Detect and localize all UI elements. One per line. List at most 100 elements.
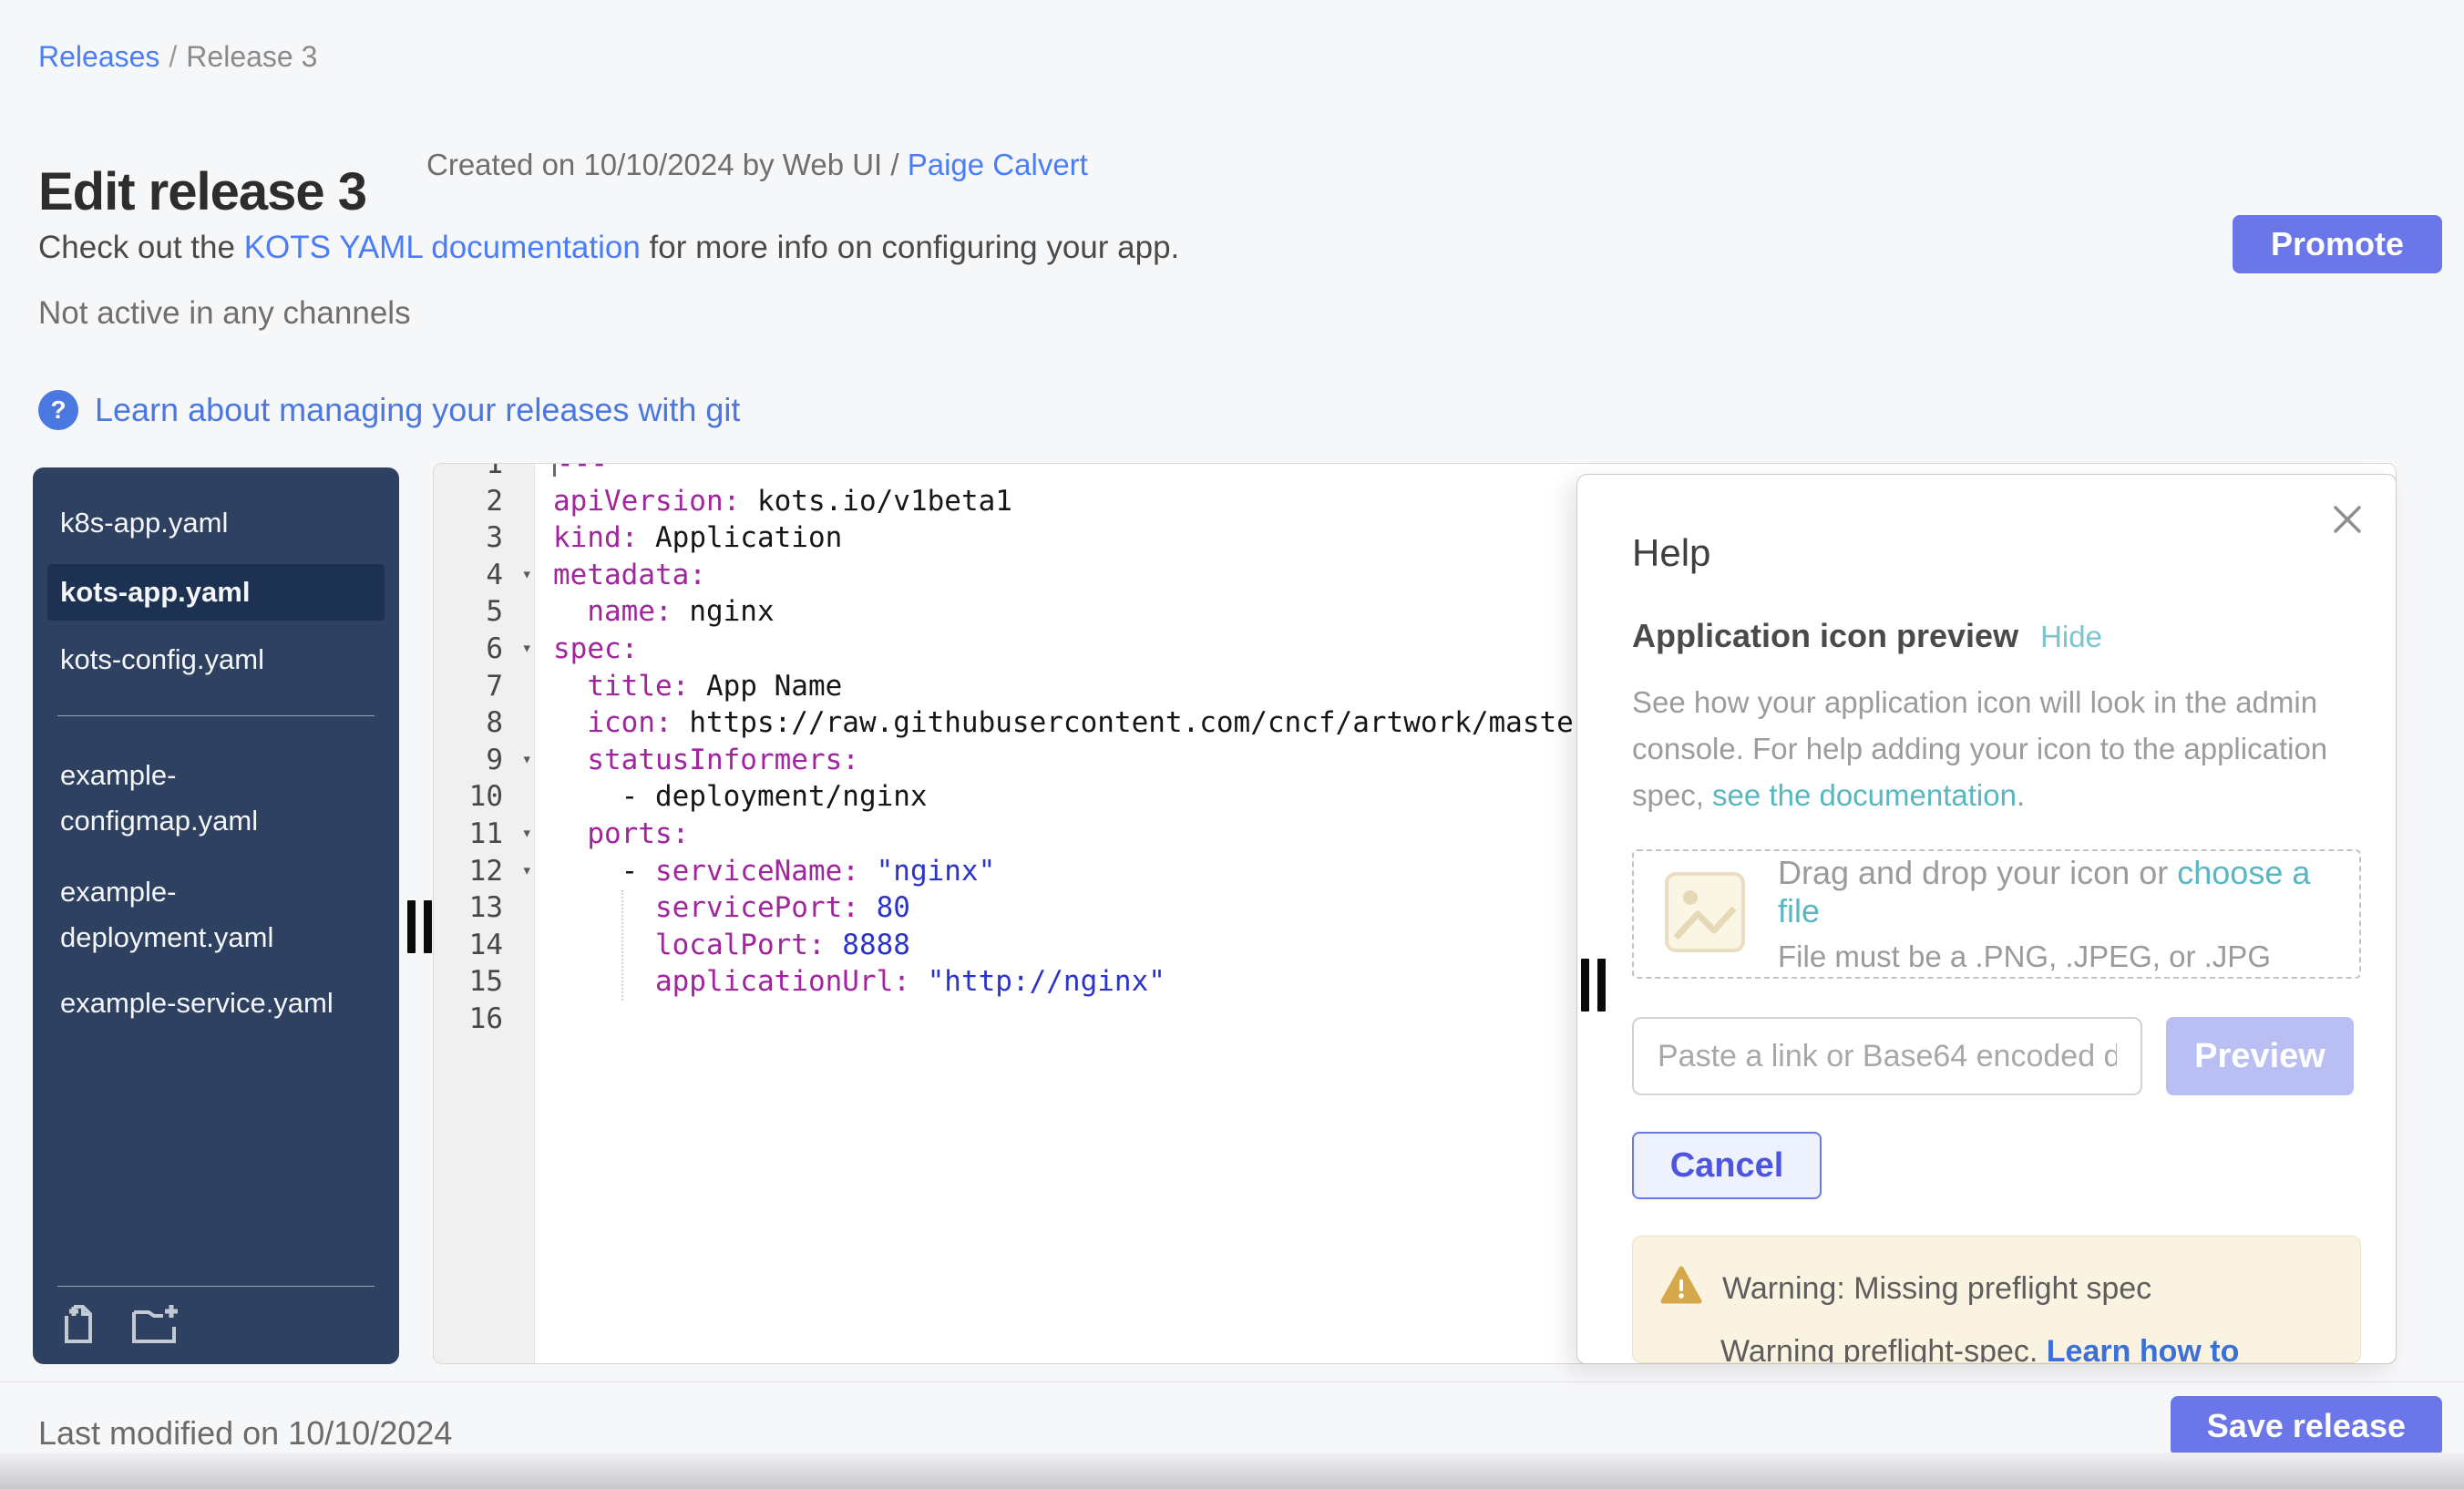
breadcrumb-current: Release 3 (186, 40, 317, 73)
kots-yaml-doc-link[interactable]: KOTS YAML documentation (244, 230, 641, 265)
icon-dropzone[interactable]: Drag and drop your icon or choose a file… (1632, 849, 2361, 979)
breadcrumb-separator: / (169, 40, 177, 73)
line-number: 16 (434, 1001, 534, 1038)
preview-button[interactable]: Preview (2166, 1017, 2354, 1095)
help-panel: Help Application icon preview Hide See h… (1576, 474, 2397, 1364)
sidebar-item-example-deployment.yaml[interactable]: example-deployment.yaml (33, 869, 361, 960)
code-text[interactable]: localPort: 8888 (534, 927, 910, 964)
code-text[interactable]: kind: Application (534, 519, 842, 557)
add-file-button[interactable] (57, 1303, 99, 1348)
sidebar-item-example-service.yaml[interactable]: example-service.yaml (33, 986, 361, 1021)
sidebar-item-kots-app.yaml[interactable]: kots-app.yaml (47, 564, 385, 621)
code-text[interactable]: spec: (534, 631, 638, 668)
code-text[interactable]: ports: (534, 816, 689, 853)
line-number: 11▾ (434, 816, 534, 853)
line-number: 12▾ (434, 853, 534, 890)
dropzone-subtext: File must be a .PNG, .JPEG, or .JPG (1778, 940, 2359, 974)
help-resize-handle[interactable] (1581, 959, 1589, 1011)
created-line: Created on 10/10/2024 by Web UI / Paige … (426, 148, 1088, 182)
code-text[interactable]: - serviceName: "nginx" (534, 853, 995, 890)
code-text[interactable]: metadata: (534, 557, 706, 594)
icon-preview-description: See how your application icon will look … (1632, 679, 2361, 818)
fold-arrow-icon[interactable]: ▾ (522, 815, 532, 852)
line-number: 6▾ (434, 631, 534, 668)
indent-guide (621, 890, 623, 1001)
code-text[interactable]: - deployment/nginx (534, 778, 928, 816)
text-cursor (553, 463, 556, 477)
sidebar-item-k8s-app.yaml[interactable]: k8s-app.yaml (33, 506, 361, 540)
sidebar-file-list: k8s-app.yaml kots-app.yaml kots-config.yam… (33, 506, 399, 1021)
code-text[interactable]: --- (534, 463, 608, 483)
add-folder-icon (130, 1334, 181, 1348)
see-documentation-link[interactable]: see the documentation (1712, 778, 2017, 812)
line-number: 9▾ (434, 742, 534, 779)
page-title: Edit release 3 (38, 161, 366, 222)
file-sidebar: k8s-app.yaml kots-app.yaml kots-config.yam… (33, 467, 399, 1364)
code-text[interactable]: statusInformers: (534, 742, 859, 779)
code-text[interactable]: name: nginx (534, 593, 775, 631)
close-icon (2330, 526, 2365, 539)
sidebar-resize-handle[interactable] (424, 900, 432, 953)
created-author-link[interactable]: Paige Calvert (908, 148, 1088, 181)
line-number: 15 (434, 963, 534, 1001)
preflight-warning: Warning: Missing preflight spec Warning … (1632, 1236, 2361, 1363)
sidebar-resize-handle[interactable] (407, 900, 416, 953)
promote-button[interactable]: Promote (2233, 215, 2442, 273)
last-modified: Last modified on 10/10/2024 (38, 1414, 452, 1453)
desc-after: . (2017, 778, 2025, 812)
line-number: 1 (434, 463, 534, 483)
dropzone-text: Drag and drop your icon or choose a file (1778, 854, 2359, 930)
breadcrumb-releases-link[interactable]: Releases (38, 40, 159, 73)
line-number: 8 (434, 704, 534, 742)
line-number: 3 (434, 519, 534, 557)
fold-arrow-icon[interactable]: ▾ (522, 741, 532, 778)
save-release-button[interactable]: Save release (2171, 1396, 2442, 1456)
sidebar-item-kots-config.yaml[interactable]: kots-config.yaml (33, 642, 361, 677)
line-number: 5 (434, 593, 534, 631)
window-bottom-edge (0, 1453, 2464, 1489)
footer-divider (0, 1381, 2464, 1382)
code-text[interactable] (534, 1001, 553, 1038)
help-resize-handle[interactable] (1597, 959, 1606, 1011)
code-text[interactable]: title: App Name (534, 668, 842, 705)
help-title: Help (1632, 531, 2359, 575)
code-text[interactable]: servicePort: 80 (534, 889, 910, 927)
breadcrumb: Releases / Release 3 (38, 40, 317, 74)
line-number: 13 (434, 889, 534, 927)
channel-status: Not active in any channels (38, 295, 411, 332)
line-number: 14 (434, 927, 534, 964)
warning-icon (1660, 1266, 1702, 1312)
sidebar-divider (57, 715, 375, 716)
hide-link[interactable]: Hide (2040, 620, 2102, 654)
close-help-button[interactable] (2330, 502, 2365, 537)
doc-hint-after: for more info on configuring your app. (641, 230, 1179, 265)
line-number: 4▾ (434, 557, 534, 594)
add-folder-button[interactable] (130, 1303, 181, 1348)
code-text[interactable]: icon: https://raw.githubusercontent.com/… (534, 704, 1607, 742)
code-text[interactable]: apiVersion: kots.io/v1beta1 (534, 483, 1012, 520)
image-placeholder-icon (1663, 870, 1747, 959)
warning-title: Warning: Missing preflight spec (1722, 1271, 2151, 1307)
fold-arrow-icon[interactable]: ▾ (522, 630, 532, 667)
edit-release-page: Releases / Release 3 Edit release 3 Create… (0, 0, 2464, 1489)
line-number: 7 (434, 668, 534, 705)
fold-arrow-icon[interactable]: ▾ (522, 556, 532, 593)
drop-text-before: Drag and drop your icon or (1778, 854, 2177, 891)
question-icon: ? (38, 390, 78, 430)
icon-url-input[interactable] (1632, 1017, 2142, 1095)
code-text[interactable]: applicationUrl: "http://nginx" (534, 963, 1165, 1001)
icon-preview-title: Application icon preview (1632, 617, 2018, 655)
created-text: Created on 10/10/2024 by Web UI / (426, 148, 908, 181)
git-help-link[interactable]: ? Learn about managing your releases wit… (38, 390, 740, 430)
cancel-button[interactable]: Cancel (1632, 1132, 1822, 1199)
sidebar-footer (57, 1286, 375, 1348)
warning-text: Warning preflight-spec. (1720, 1334, 2047, 1363)
warning-detail: Warning preflight-spec. Learn how to con… (1720, 1334, 2335, 1363)
add-file-icon (57, 1334, 99, 1348)
line-number: 2 (434, 483, 534, 520)
fold-arrow-icon[interactable]: ▾ (522, 852, 532, 889)
doc-hint-before: Check out the (38, 230, 244, 265)
line-number: 10 (434, 778, 534, 816)
git-help-label: Learn about managing your releases with … (95, 391, 740, 429)
sidebar-item-example-configmap.yaml[interactable]: example-configmap.yaml (33, 753, 361, 844)
